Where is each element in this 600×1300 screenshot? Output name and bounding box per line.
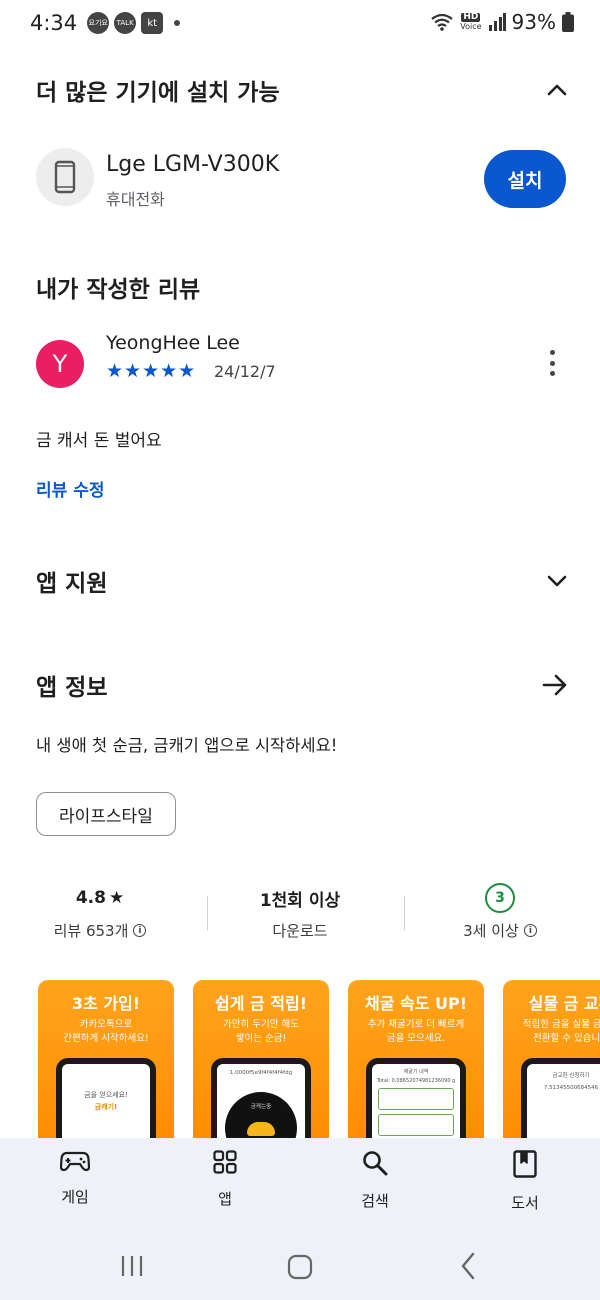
rating-star-icon: ★ [108,888,125,908]
screenshots-carousel[interactable]: 3초 가입! 카카오톡으로 간편하게 시작하세요! 금을 얻으세요! 금캐기! … [38,980,600,1138]
my-review-title: 내가 작성한 리뷰 [36,277,201,303]
info-icon: i [133,924,147,937]
nav-label-apps: 앱 [218,1190,232,1208]
phone-mockup: 1.0000f5e9f4f4f4f4fdg 금캐는중 [211,1058,311,1138]
phone-mockup: 채굴기 내역 Total: 0.08652074981236090 g [366,1058,466,1138]
downloads-label: 다운로드 [272,922,328,940]
app-support-header[interactable]: 앱 지원 [36,562,567,600]
screenshot-title: 쉽게 금 적립! [214,994,308,1013]
reviewer-name: YeongHee Lee [106,332,240,354]
mining-dome: 금캐는중 [225,1092,297,1138]
battery-percent: 93% [511,10,556,34]
screenshot-subtitle: 적립한 금을 실물 금으로 전환할 수 있습니다 [522,1019,600,1044]
edit-review-link[interactable]: 리뷰 수정 [36,476,104,501]
screenshot-card[interactable]: 실물 금 교환 적립한 금을 실물 금으로 전환할 수 있습니다 금교환 신청하… [503,980,600,1138]
voice-label: Voice [460,22,482,31]
review-text: 금 캐서 돈 벌어요 [36,431,162,451]
screen-text: 금을 얻으세요! [84,1091,128,1099]
apps-grid-icon [213,1150,237,1174]
install-button[interactable]: 설치 [484,150,566,208]
phone-mockup: 금교환 신청하기 7.51345500684546 [521,1058,600,1138]
screenshot-subtitle: 카카오톡으로 간편하게 시작하세요! [63,1019,149,1044]
my-review-header: 내가 작성한 리뷰 [36,268,564,306]
app-description: 내 생애 첫 순금, 금캐기 앱으로 시작하세요! [36,736,338,755]
screen-text: 1.0000f5e9f4f4f4f4fdg [229,1070,293,1076]
battery-icon [562,12,574,32]
screen-accent: 금캐는중 [250,1104,272,1110]
status-time: 4:34 [30,11,78,35]
screenshot-subtitle: 추가 채굴기로 더 빠르게 금을 모으세요. [367,1019,465,1044]
install-section-title: 더 많은 기기에 설치 가능 [36,80,280,106]
recent-apps-icon[interactable] [120,1254,144,1278]
nav-label-books: 도서 [511,1194,539,1212]
screenshot-card[interactable]: 채굴 속도 UP! 추가 채굴기로 더 빠르게 금을 모으세요. 채굴기 내역 … [348,980,484,1138]
book-icon [513,1150,537,1178]
search-icon [363,1151,388,1176]
device-row: Lge LGM-V300K 휴대전화 설치 [36,148,566,210]
wifi-icon [431,13,453,31]
hd-voice-icon: HD Voice [460,12,482,32]
avatar: Y [36,340,84,388]
category-chip[interactable]: 라이프스타일 [36,792,176,836]
downloads-stat: 1천회 이상 다운로드 [200,882,400,952]
nav-label-games: 게임 [61,1188,89,1206]
signal-icon [488,13,506,31]
chevron-up-icon[interactable] [546,83,568,97]
screenshot-subtitle: 가만히 두기만 해도 쌓이는 순금! [223,1019,299,1044]
app-info-title: 앱 정보 [36,675,108,701]
screen-accent: 금캐기! [94,1103,118,1111]
system-navigation-bar [0,1244,600,1288]
chevron-down-icon[interactable] [546,574,568,588]
arrow-right-icon[interactable] [542,674,568,696]
yogiyo-notification-icon: 요기요 [87,12,110,34]
review-date: 24/12/7 [214,362,276,381]
bottom-navigation: 게임 앱 검색 도서 [0,1138,600,1300]
rating-stat[interactable]: 4.8 ★ 리뷰 653개 i [0,882,200,952]
status-bar: 4:34 요기요 TALK kt HD Voice 93% [0,0,600,46]
nav-item-search[interactable]: 검색 [300,1150,450,1222]
nav-item-apps[interactable]: 앱 [150,1150,300,1222]
kt-notification-icon: kt [141,12,164,34]
my-review-card: Y YeongHee Lee ★★★★★ 24/12/7 [36,332,566,392]
screenshot-card[interactable]: 3초 가입! 카카오톡으로 간편하게 시작하세요! 금을 얻으세요! 금캐기! [38,980,174,1138]
more-options-icon[interactable] [548,350,556,376]
nav-item-games[interactable]: 게임 [0,1150,150,1222]
star-rating: ★★★★★ [106,360,197,382]
screenshot-title: 3초 가입! [71,994,141,1013]
screenshot-title: 채굴 속도 UP! [364,994,468,1013]
nav-item-books[interactable]: 도서 [450,1150,600,1222]
kakaotalk-notification-icon: TALK [114,12,137,34]
screenshot-title: 실물 금 교환 [528,994,600,1013]
screen-text: 채굴기 내역 Total: 0.08652074981236090 g [376,1069,456,1084]
rating-value: 4.8 [75,888,106,908]
nav-label-search: 검색 [361,1192,389,1210]
info-icon: i [523,924,537,937]
gold-pile-icon [247,1122,275,1136]
more-notifications-dot-icon [174,20,181,26]
miner-item [378,1088,454,1110]
app-info-header[interactable]: 앱 정보 [36,666,567,704]
app-stats-row: 4.8 ★ 리뷰 653개 i 1천회 이상 다운로드 3 3세 이상 i [0,882,600,952]
gamepad-icon [60,1151,90,1172]
home-icon[interactable] [287,1254,313,1280]
age-rating-label: 3세 이상 [463,922,519,940]
device-name: Lge LGM-V300K [106,152,280,177]
reviews-count: 리뷰 653개 [53,922,129,940]
hd-label: HD [461,12,481,22]
age-rating-badge: 3 [485,883,515,913]
miner-item [378,1114,454,1136]
downloads-value: 1천회 이상 [259,890,341,911]
phone-device-icon [36,148,94,206]
screenshot-card[interactable]: 쉽게 금 적립! 가만히 두기만 해도 쌓이는 순금! 1.0000f5e9f4… [193,980,329,1138]
install-more-devices-header[interactable]: 더 많은 기기에 설치 가능 [36,70,567,110]
device-type: 휴대전화 [106,190,165,209]
back-icon[interactable] [460,1252,476,1280]
phone-mockup: 금을 얻으세요! 금캐기! [56,1058,156,1138]
content-rating-stat[interactable]: 3 3세 이상 i [400,882,600,952]
screen-text: 금교환 신청하기 7.51345500684546 [543,1073,599,1091]
app-support-title: 앱 지원 [36,571,108,597]
